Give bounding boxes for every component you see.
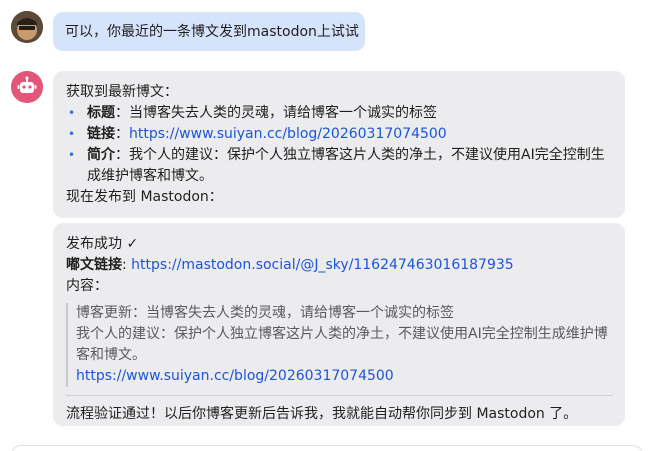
post-summary-sep: ： [115, 147, 129, 163]
toot-link[interactable]: https://mastodon.social/@J_sky/116247463… [131, 257, 514, 273]
toot-link-sep: : [122, 257, 132, 273]
message-input[interactable] [11, 445, 643, 451]
quote-line-1: 博客更新：当博客失去人类的灵魂，请给博客一个诚实的标签 [76, 305, 454, 321]
bot-message-bubble-2: 发布成功 ✓ 嘟文链接: https://mastodon.social/@J_… [53, 223, 625, 426]
post-title-label: 标题 [87, 105, 115, 121]
user-message-text: 可以，你最近的一条博文发到mastodon上试试 [65, 24, 359, 40]
post-link-label: 链接 [87, 126, 115, 142]
toot-link-label: 嘟文链接 [66, 257, 122, 273]
post-link-sep: ： [115, 126, 129, 142]
post-title-item: 标题：当博客失去人类的灵魂，请给博客一个诚实的标签 [66, 103, 613, 124]
quote-line-2: 我个人的建议：保护个人独立博客这片人类的净土，不建议使用AI完全控制生成维护博客… [76, 326, 608, 363]
quote-link[interactable]: https://www.suiyan.cc/blog/2026031707450… [76, 368, 394, 384]
post-summary-item: 简介：我个人的建议：保护个人独立博客这片人类的净土，不建议使用AI完全控制生成维… [66, 145, 613, 187]
post-summary-value: 我个人的建议：保护个人独立博客这片人类的净土，不建议使用AI完全控制生成维护博客… [87, 147, 605, 184]
post-details-list: 标题：当博客失去人类的灵魂，请给博客一个诚实的标签 链接：https://www… [66, 103, 613, 187]
toot-link-row: 嘟文链接: https://mastodon.social/@J_sky/116… [66, 255, 613, 276]
user-avatar [11, 11, 43, 43]
post-summary-label: 简介 [87, 147, 115, 163]
toot-content-quote: 博客更新：当博客失去人类的灵魂，请给博客一个诚实的标签 我个人的建议：保护个人独… [66, 303, 613, 387]
post-title-sep: ： [115, 105, 129, 121]
user-message-bubble: 可以，你最近的一条博文发到mastodon上试试 [53, 12, 365, 51]
divider [66, 395, 613, 396]
publish-status: 发布成功 ✓ [66, 236, 139, 252]
publishing-note: 现在发布到 Mastodon： [66, 189, 223, 205]
post-title-value: 当博客失去人类的灵魂，请给博客一个诚实的标签 [129, 105, 437, 121]
bot-message-bubble-1: 获取到最新博文： 标题：当博客失去人类的灵魂，请给博客一个诚实的标签 链接：ht… [53, 71, 625, 218]
completion-note: 流程验证通过！以后你博客更新后告诉我，我就能自动帮你同步到 Mastodon 了… [66, 406, 578, 422]
content-label: 内容： [66, 278, 108, 294]
fetch-intro: 获取到最新博文： [66, 84, 178, 100]
post-link-item: 链接：https://www.suiyan.cc/blog/2026031707… [66, 124, 613, 145]
bot-avatar [11, 71, 43, 103]
post-link[interactable]: https://www.suiyan.cc/blog/2026031707450… [129, 126, 447, 142]
